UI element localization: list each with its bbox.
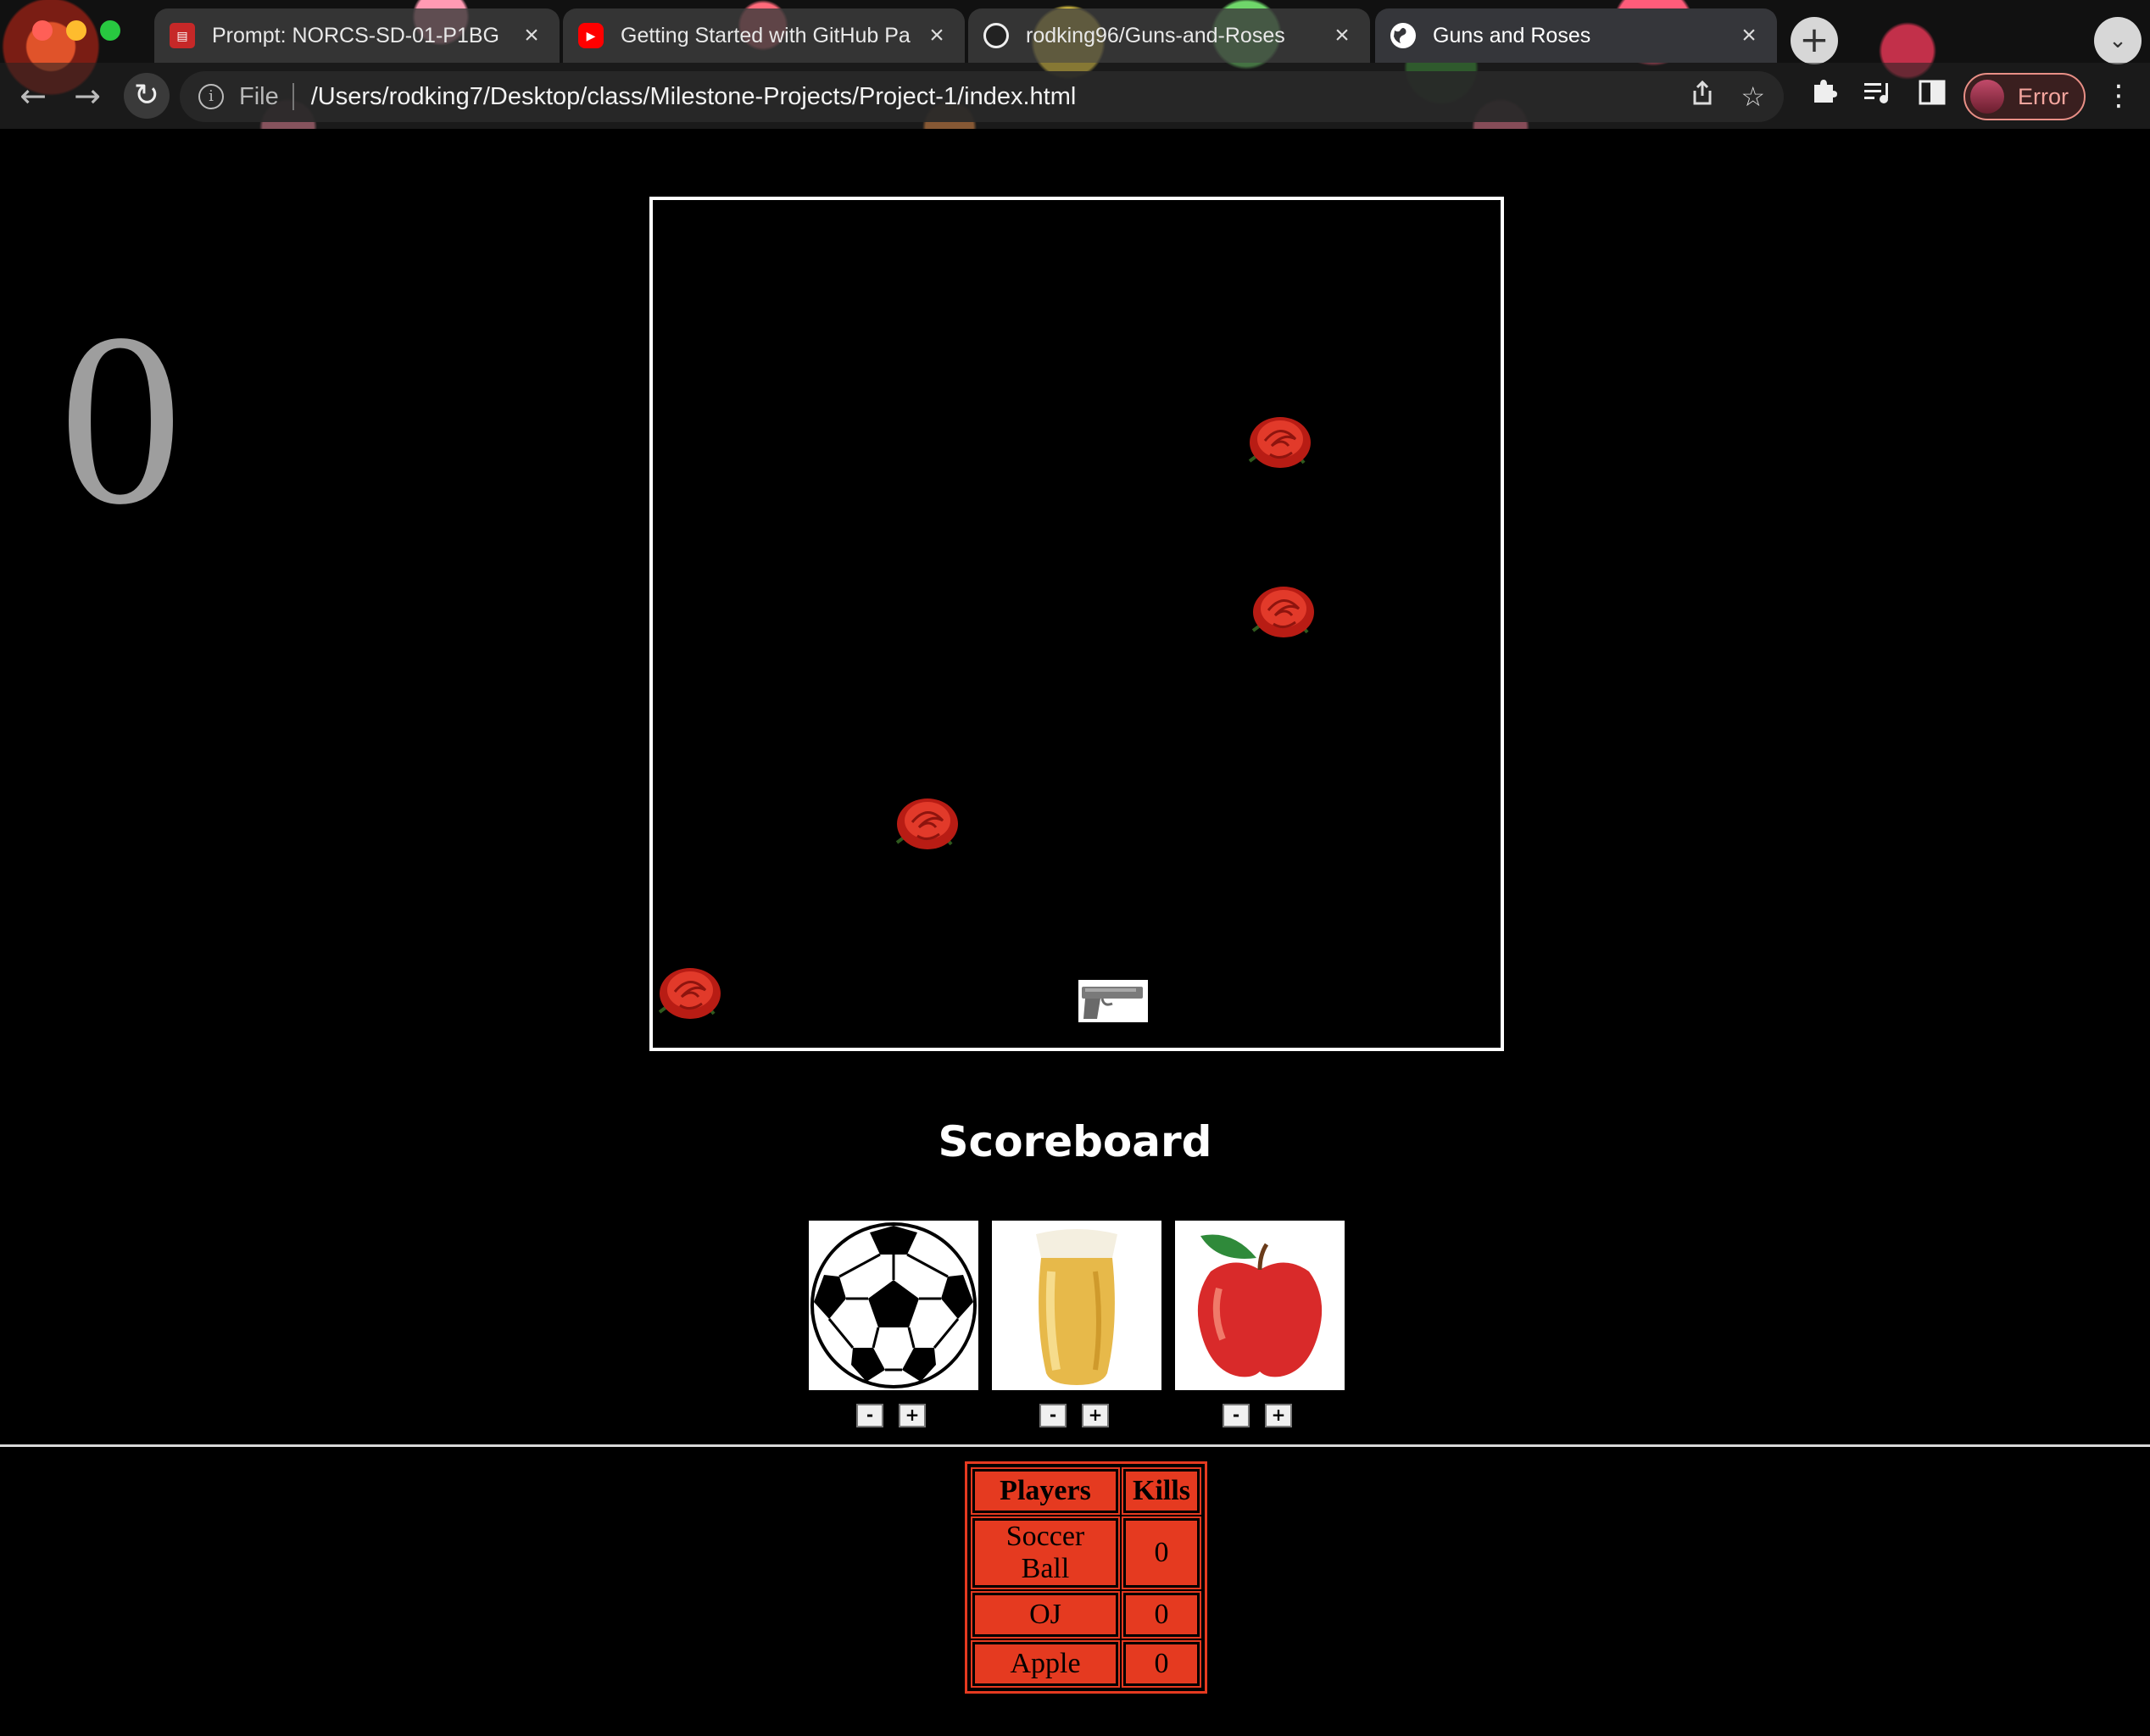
player-name-cell: Apple <box>971 1640 1120 1688</box>
table-row: Apple 0 <box>971 1640 1202 1688</box>
kills-cell: 0 <box>1121 1640 1202 1688</box>
tab-title: rodking96/Guns-and-Roses <box>1026 23 1285 47</box>
profile-label: Error <box>2018 83 2069 109</box>
soccer-ball-image <box>810 1222 977 1388</box>
media-queue-icon[interactable] <box>1858 76 1897 115</box>
apple-plus-button[interactable]: + <box>1265 1404 1292 1427</box>
tab-title: Guns and Roses <box>1433 23 1591 47</box>
close-window-button[interactable] <box>32 20 53 41</box>
bookmark-star-icon[interactable]: ☆ <box>1741 81 1765 113</box>
youtube-icon: ▶ <box>578 23 604 48</box>
tab-search-button[interactable]: ⌄ <box>2094 17 2142 64</box>
rose-sprite <box>1251 587 1314 637</box>
back-arrow-icon[interactable]: ← <box>14 76 53 115</box>
new-tab-button[interactable]: + <box>1791 17 1838 64</box>
globe-icon <box>1390 23 1416 48</box>
extensions-puzzle-icon[interactable] <box>1804 76 1843 115</box>
rose-sprite <box>895 798 958 849</box>
tab-github-repo[interactable]: rodking96/Guns-and-Roses × <box>968 8 1370 63</box>
players-header: Players <box>971 1467 1120 1515</box>
soccer-ball-minus-button[interactable]: - <box>856 1404 883 1427</box>
beer-glass-minus-button[interactable]: - <box>1039 1404 1067 1427</box>
close-icon[interactable]: × <box>519 21 544 50</box>
apple-minus-button[interactable]: - <box>1223 1404 1250 1427</box>
tab-github-pages-video[interactable]: ▶ Getting Started with GitHub Pa × <box>563 8 965 63</box>
address-separator <box>292 83 294 110</box>
address-bar[interactable]: i File /Users/rodking7/Desktop/class/Mil… <box>180 71 1784 122</box>
github-icon <box>983 23 1009 48</box>
player-card-beer-glass[interactable] <box>992 1221 1161 1390</box>
tab-title: Getting Started with GitHub Pa <box>621 23 911 47</box>
forward-arrow-icon[interactable]: → <box>68 76 107 115</box>
more-menu-icon[interactable]: ⋮ <box>2099 76 2138 115</box>
avatar <box>1970 80 2004 114</box>
game-board[interactable] <box>649 197 1504 1051</box>
beer-glass-image <box>992 1221 1161 1390</box>
kills-cell: 0 <box>1121 1516 1202 1589</box>
player-name-cell: Soccer Ball <box>971 1516 1120 1589</box>
rose-sprite <box>1248 417 1311 468</box>
player-card-apple[interactable] <box>1175 1221 1345 1390</box>
profile-button[interactable]: Error <box>1963 73 2086 120</box>
kills-header: Kills <box>1121 1467 1202 1515</box>
table-row: OJ 0 <box>971 1591 1202 1639</box>
zoom-window-button[interactable] <box>100 20 120 41</box>
address-scheme: File <box>239 82 279 110</box>
score-display: 0 <box>59 283 182 555</box>
address-url[interactable]: /Users/rodking7/Desktop/class/Milestone-… <box>311 83 1077 111</box>
close-icon[interactable]: × <box>1329 21 1355 50</box>
player-name-cell: OJ <box>971 1591 1120 1639</box>
beer-glass-plus-button[interactable]: + <box>1082 1404 1109 1427</box>
side-panel-icon[interactable] <box>1913 76 1952 115</box>
player-card-soccer-ball[interactable] <box>809 1221 978 1390</box>
kills-cell: 0 <box>1121 1591 1202 1639</box>
horizontal-divider <box>0 1444 2150 1447</box>
browser-chrome: ▤ Prompt: NORCS-SD-01-P1BG × ▶ Getting S… <box>0 0 2150 129</box>
table-header-row: Players Kills <box>971 1467 1202 1515</box>
gun-player-sprite[interactable] <box>1078 980 1148 1022</box>
info-icon[interactable]: i <box>198 84 224 109</box>
reload-icon[interactable]: ↻ <box>124 73 170 119</box>
red-doc-icon: ▤ <box>170 23 195 48</box>
tab-prompt[interactable]: ▤ Prompt: NORCS-SD-01-P1BG × <box>154 8 560 63</box>
scoreboard-title: Scoreboard <box>938 1117 1212 1166</box>
minimize-window-button[interactable] <box>66 20 86 41</box>
tab-title: Prompt: NORCS-SD-01-P1BG <box>212 23 499 47</box>
tab-guns-and-roses[interactable]: Guns and Roses × <box>1375 8 1777 63</box>
table-row: Soccer Ball 0 <box>971 1516 1202 1589</box>
close-icon[interactable]: × <box>1736 21 1762 50</box>
kills-table: Players Kills Soccer Ball 0 OJ 0 Apple 0 <box>965 1461 1208 1694</box>
share-icon[interactable] <box>1691 80 1713 113</box>
close-icon[interactable]: × <box>924 21 950 50</box>
apple-image <box>1175 1221 1345 1390</box>
soccer-ball-plus-button[interactable]: + <box>899 1404 926 1427</box>
rose-sprite <box>658 968 721 1019</box>
